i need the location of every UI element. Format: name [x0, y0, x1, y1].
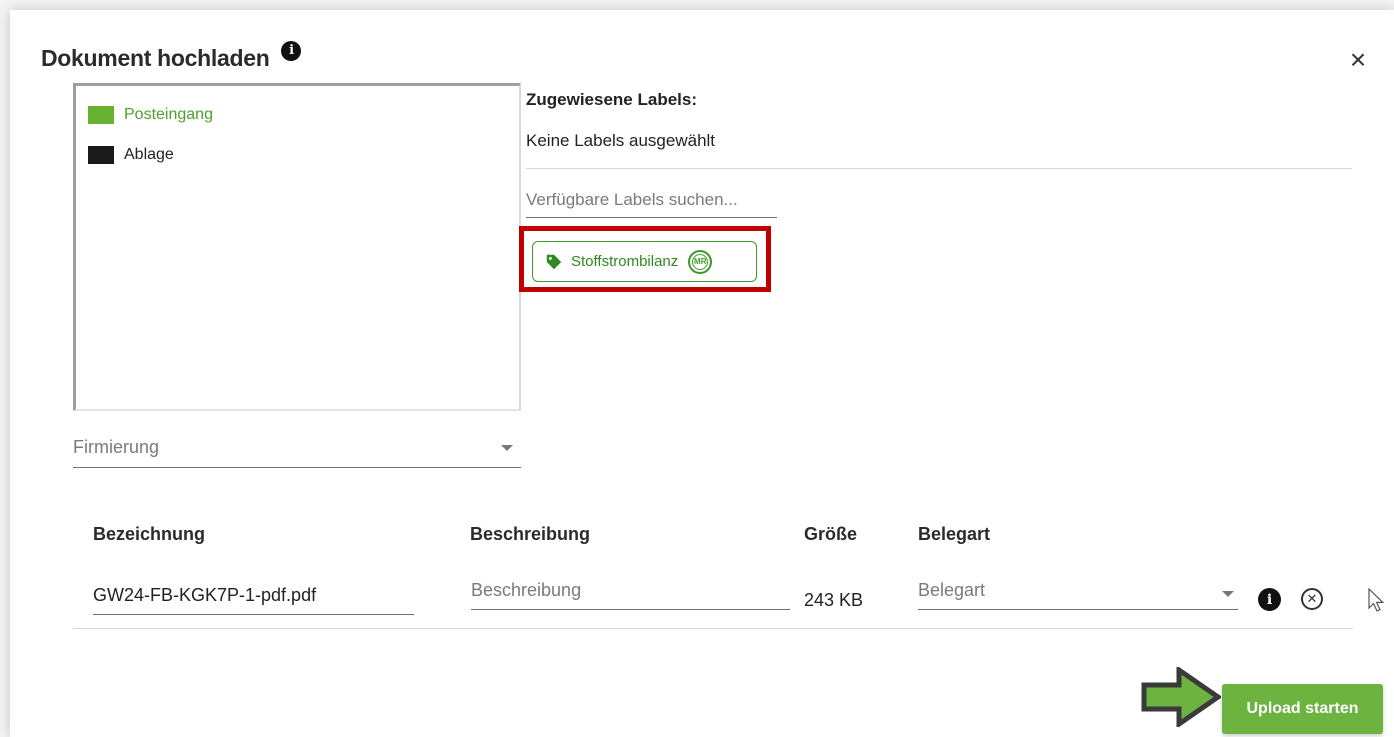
info-icon[interactable]: i — [281, 40, 302, 61]
folder-label: Ablage — [124, 146, 174, 163]
firmierung-select[interactable]: Firmierung — [73, 433, 521, 468]
firmierung-placeholder: Firmierung — [73, 437, 160, 457]
column-header-groesse: Größe — [804, 524, 858, 544]
file-size: 243 KB — [804, 590, 864, 610]
filename-value: GW24-FB-KGK7P-1-pdf.pdf — [93, 585, 317, 605]
belegart-select[interactable]: Belegart — [918, 574, 1238, 610]
folder-item-posteingang[interactable]: Posteingang — [88, 106, 213, 124]
divider — [526, 168, 1352, 169]
label-search-input[interactable] — [526, 182, 777, 218]
arrow-right-icon — [1141, 667, 1221, 727]
folder-label: Posteingang — [124, 106, 213, 123]
chevron-down-icon — [1222, 591, 1234, 597]
folder-item-ablage[interactable]: Ablage — [88, 146, 174, 164]
description-field[interactable]: Beschreibung — [471, 574, 790, 610]
folder-icon — [88, 146, 114, 164]
folder-icon — [88, 106, 114, 124]
chevron-down-icon — [501, 445, 513, 451]
folder-tree: Posteingang Ablage — [73, 83, 521, 411]
column-header-belegart: Belegart — [918, 524, 991, 544]
belegart-placeholder: Belegart — [918, 580, 986, 600]
label-chip-stoffstrombilanz[interactable]: Stoffstrombilanz MR — [532, 241, 757, 282]
upload-start-button[interactable]: Upload starten — [1222, 684, 1383, 734]
labels-heading: Zugewiesene Labels: — [526, 90, 697, 109]
dialog-title: Dokument hochladen i — [41, 40, 302, 72]
mr-badge-icon: MR — [688, 249, 713, 274]
dialog-title-text: Dokument hochladen — [41, 45, 270, 71]
filename-field[interactable]: GW24-FB-KGK7P-1-pdf.pdf — [93, 579, 414, 615]
description-placeholder: Beschreibung — [471, 580, 582, 600]
tag-icon — [546, 254, 562, 269]
mouse-cursor-icon — [1368, 588, 1385, 612]
row-divider — [73, 628, 1353, 629]
remove-icon[interactable]: ✕ — [1301, 588, 1323, 610]
close-icon[interactable]: × — [1345, 46, 1371, 74]
upload-dialog: Dokument hochladen i × Posteingang Ablag… — [10, 10, 1394, 737]
label-chip-text: Stoffstrombilanz — [571, 253, 679, 270]
column-header-bezeichnung: Bezeichnung — [93, 524, 206, 544]
labels-empty-text: Keine Labels ausgewählt — [526, 131, 716, 150]
column-header-beschreibung: Beschreibung — [470, 524, 591, 544]
row-info-icon[interactable]: i — [1258, 588, 1281, 611]
